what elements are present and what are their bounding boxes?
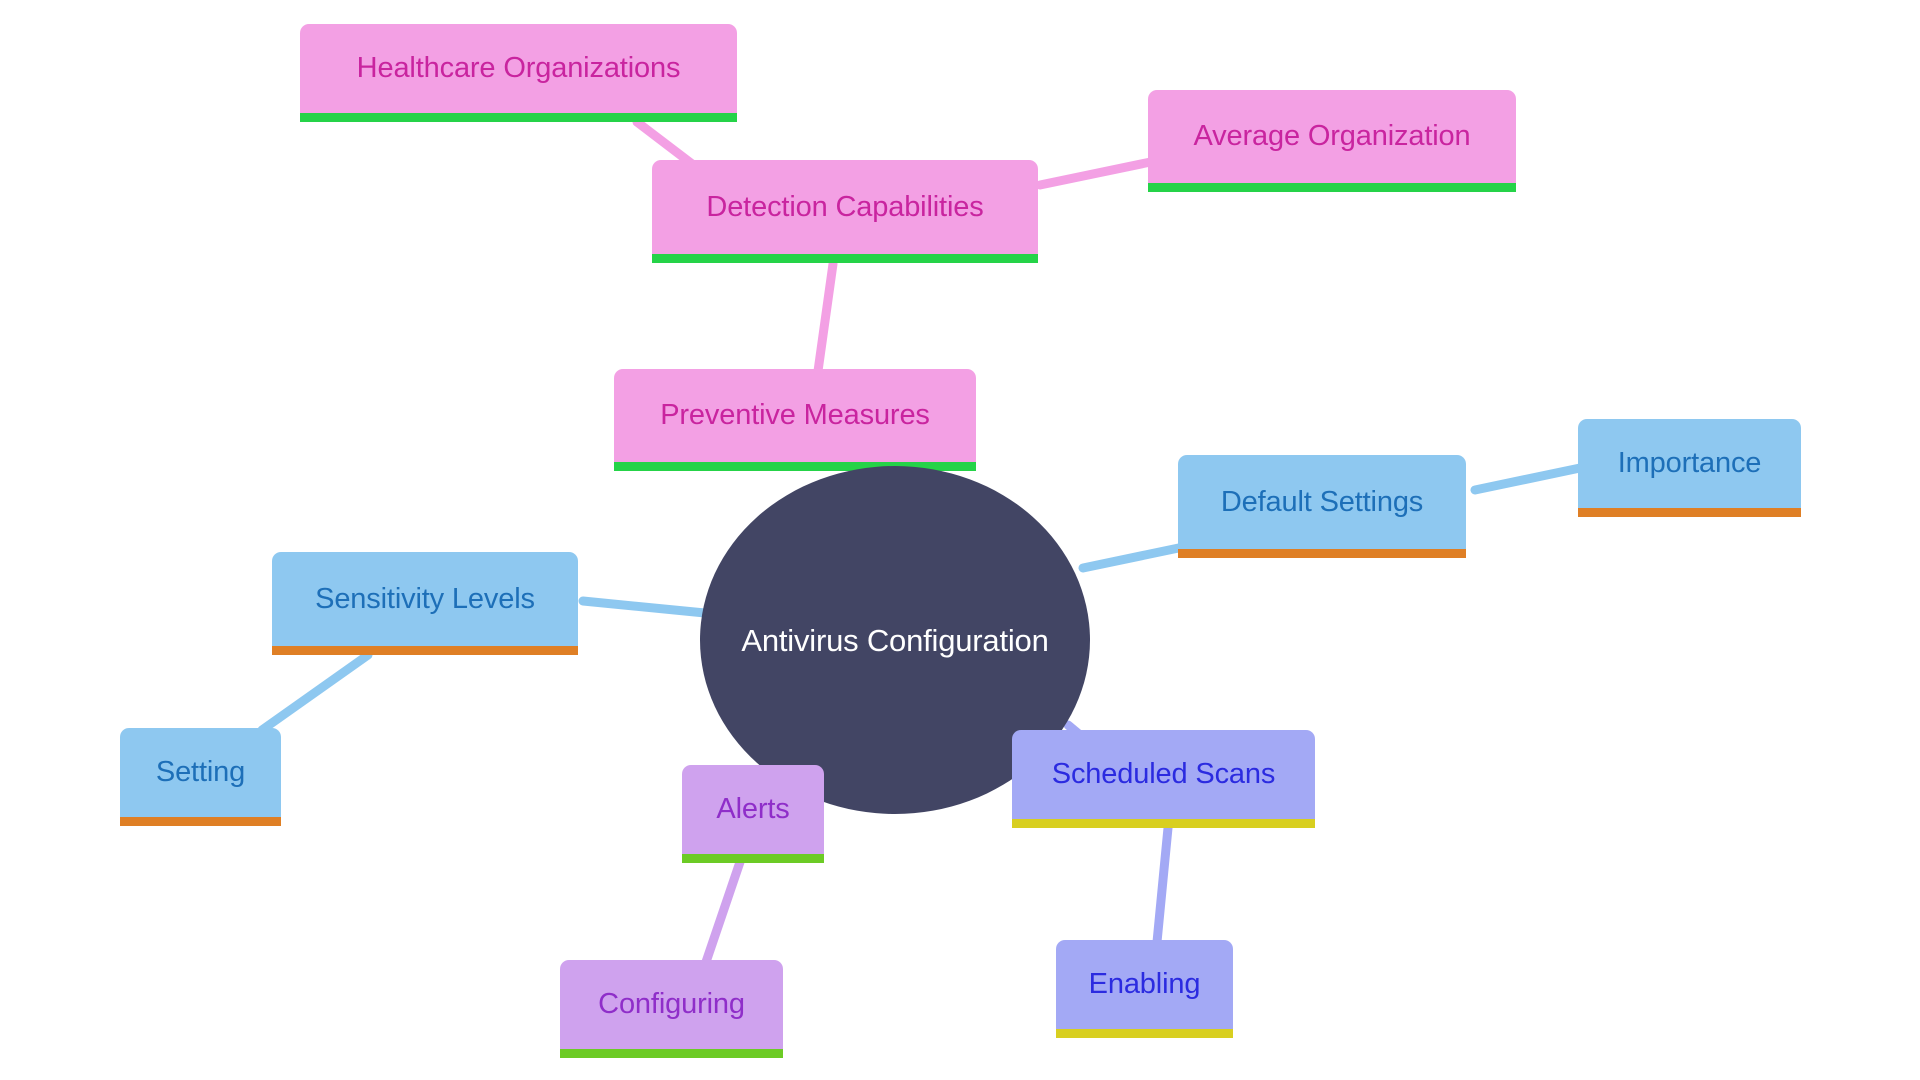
node-alerts-underline <box>682 854 824 863</box>
node-scheduled-scans[interactable]: Scheduled Scans <box>1012 730 1315 828</box>
node-default-settings-underline <box>1178 549 1466 558</box>
mindmap-canvas: Healthcare Organizations Detection Capab… <box>0 0 1920 1080</box>
edge-root-sensitivity-levels <box>578 596 710 618</box>
node-configuring[interactable]: Configuring <box>560 960 783 1058</box>
node-average-organization[interactable]: Average Organization <box>1148 90 1516 192</box>
node-default-settings[interactable]: Default Settings <box>1178 455 1466 558</box>
node-alerts[interactable]: Alerts <box>682 765 824 863</box>
edge-default-settings-importance <box>1470 463 1585 495</box>
edge-detection-capabilities-average-organization <box>1035 154 1170 190</box>
node-preventive-measures-label: Preventive Measures <box>660 399 930 431</box>
node-setting[interactable]: Setting <box>120 728 281 826</box>
node-scheduled-scans-underline <box>1012 819 1315 828</box>
edge-alerts-configuring <box>701 857 745 967</box>
node-average-organization-underline <box>1148 183 1516 192</box>
node-sensitivity-levels-underline <box>272 646 578 655</box>
node-importance[interactable]: Importance <box>1578 419 1801 517</box>
node-detection-capabilities-underline <box>652 254 1038 263</box>
edge-sensitivity-levels-setting <box>257 650 373 735</box>
node-alerts-label: Alerts <box>716 793 790 825</box>
node-preventive-measures[interactable]: Preventive Measures <box>614 369 976 471</box>
node-enabling[interactable]: Enabling <box>1056 940 1233 1038</box>
edge-detection-capabilities-preventive-measures <box>813 259 838 376</box>
edge-scheduled-scans-enabling <box>1152 823 1173 947</box>
node-configuring-underline <box>560 1049 783 1058</box>
node-setting-label: Setting <box>155 756 246 788</box>
node-setting-underline <box>120 817 281 826</box>
node-root-label: Antivirus Configuration <box>741 622 1049 658</box>
node-healthcare-organizations[interactable]: Healthcare Organizations <box>300 24 737 122</box>
node-default-settings-label: Default Settings <box>1220 485 1424 518</box>
node-average-organization-label: Average Organization <box>1193 120 1471 152</box>
node-configuring-label: Configuring <box>598 988 745 1020</box>
edge-root-default-settings <box>1078 540 1198 573</box>
node-sensitivity-levels[interactable]: Sensitivity Levels <box>272 552 578 655</box>
node-healthcare-organizations-underline <box>300 113 737 122</box>
node-detection-capabilities-label: Detection Capabilities <box>706 190 984 223</box>
node-healthcare-organizations-label: Healthcare Organizations <box>356 52 681 84</box>
node-enabling-label: Enabling <box>1088 968 1201 1000</box>
node-importance-label: Importance <box>1617 447 1762 479</box>
node-detection-capabilities[interactable]: Detection Capabilities <box>652 160 1038 263</box>
node-scheduled-scans-label: Scheduled Scans <box>1051 758 1276 790</box>
node-enabling-underline <box>1056 1029 1233 1038</box>
node-importance-underline <box>1578 508 1801 517</box>
node-sensitivity-levels-label: Sensitivity Levels <box>315 582 535 615</box>
